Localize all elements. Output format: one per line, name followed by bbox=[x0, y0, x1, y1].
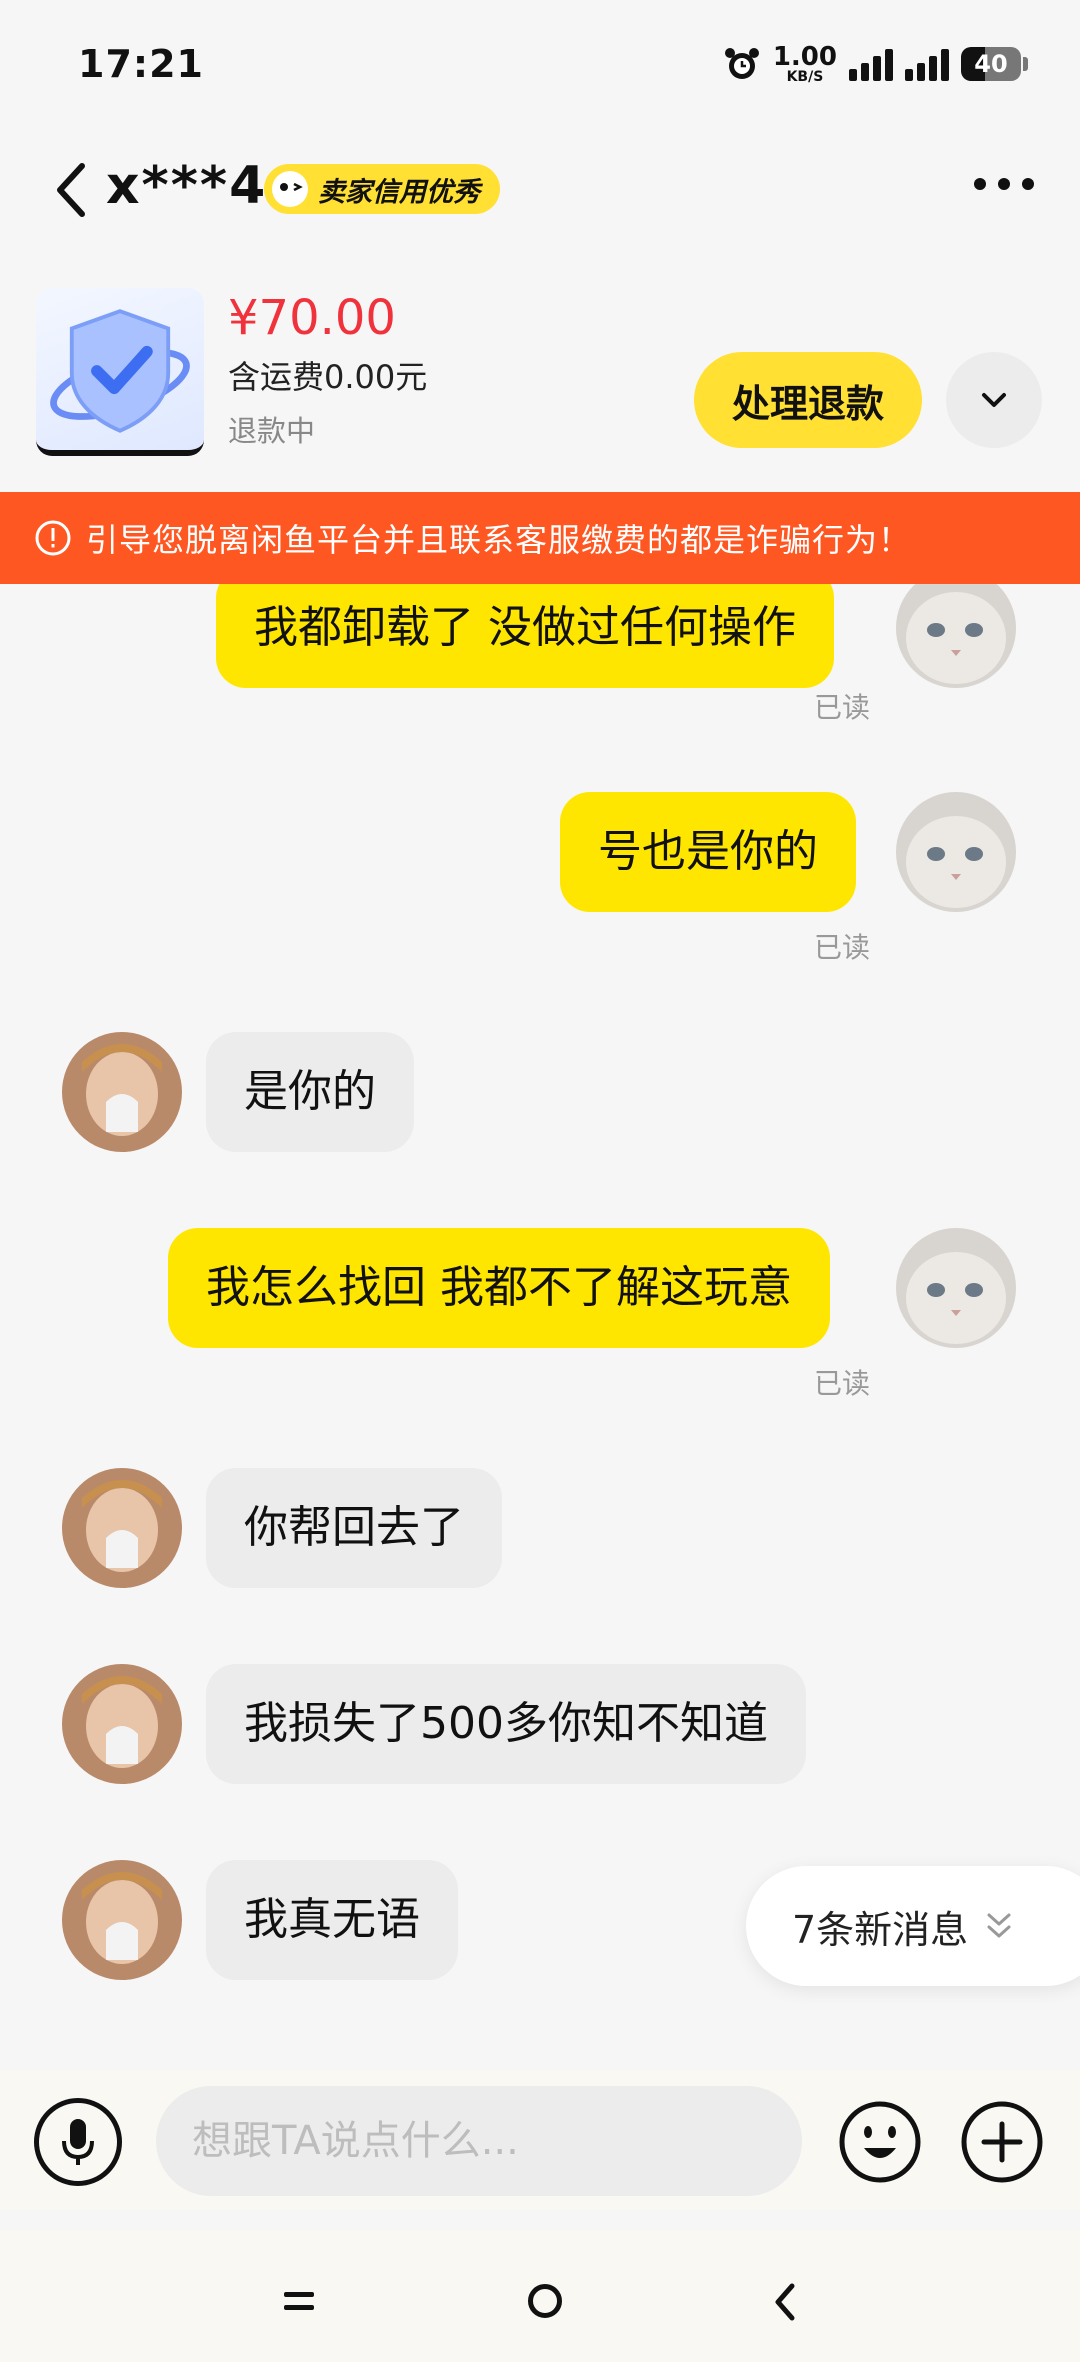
signal-icon bbox=[849, 47, 893, 81]
my-avatar[interactable] bbox=[896, 568, 1016, 688]
partner-avatar[interactable] bbox=[62, 1664, 182, 1784]
product-price: ¥70.00 bbox=[228, 290, 396, 346]
nav-back-icon[interactable] bbox=[772, 2282, 798, 2322]
read-receipt: 已读 bbox=[814, 1367, 871, 1400]
alarm-clock-icon bbox=[724, 48, 759, 79]
back-icon[interactable] bbox=[50, 158, 90, 222]
read-receipt: 已读 bbox=[814, 691, 871, 724]
status-time: 17:21 bbox=[78, 42, 204, 86]
network-speed: 1.00 KB/S bbox=[773, 44, 837, 84]
product-shipping: 含运费0.00元 bbox=[228, 358, 428, 396]
chat-partner-name[interactable]: x***4 bbox=[106, 156, 267, 216]
net-speed-unit: KB/S bbox=[786, 69, 824, 85]
partner-avatar[interactable] bbox=[62, 1468, 182, 1588]
input-bar bbox=[0, 2070, 1080, 2210]
battery-level: 40 bbox=[974, 50, 1008, 78]
status-bar: 17:21 1.00 KB/S 40 bbox=[0, 0, 1080, 130]
fraud-warning-banner: 引导您脱离闲鱼平台并且联系客服缴费的都是诈骗行为！ bbox=[0, 492, 1080, 584]
partner-message-bubble[interactable]: 你帮回去了 bbox=[206, 1468, 502, 1588]
order-status: 退款中 bbox=[228, 414, 316, 448]
plus-icon[interactable] bbox=[958, 2098, 1046, 2186]
my-message-bubble[interactable]: 号也是你的 bbox=[560, 792, 856, 912]
product-card: ¥70.00 含运费0.00元 退款中 处理退款 bbox=[0, 280, 1080, 470]
voice-icon[interactable] bbox=[34, 2098, 122, 2186]
product-thumbnail[interactable] bbox=[36, 288, 204, 456]
emoji-icon[interactable] bbox=[836, 2098, 924, 2186]
home-icon[interactable] bbox=[528, 2284, 562, 2318]
expand-button[interactable] bbox=[946, 352, 1042, 448]
partner-avatar[interactable] bbox=[62, 1032, 182, 1152]
chevron-down-icon bbox=[982, 393, 1006, 407]
message-list[interactable]: 我都卸载了 没做过任何操作 已读 号也是你的 已读 是你的 我怎么找回 我都不了… bbox=[0, 568, 1080, 2024]
chat-screen: 17:21 1.00 KB/S 40 x***4 卖家信用优秀 ¥70.00 含… bbox=[0, 0, 1080, 2362]
my-avatar[interactable] bbox=[896, 1228, 1016, 1348]
fish-mascot-icon bbox=[272, 171, 308, 207]
warning-text: 引导您脱离闲鱼平台并且联系客服缴费的都是诈骗行为！ bbox=[86, 521, 912, 559]
warning-icon bbox=[35, 520, 71, 556]
new-messages-label: 7条新消息 bbox=[792, 1907, 969, 1952]
partner-message-bubble[interactable]: 我真无语 bbox=[206, 1860, 458, 1980]
status-icons: 1.00 KB/S 40 bbox=[723, 44, 1028, 84]
my-avatar[interactable] bbox=[896, 792, 1016, 912]
partner-message-bubble[interactable]: 我损失了500多你知不知道 bbox=[206, 1664, 806, 1784]
chat-header: x***4 卖家信用优秀 bbox=[0, 140, 1080, 240]
partner-message-bubble[interactable]: 是你的 bbox=[206, 1032, 414, 1152]
my-message-bubble[interactable]: 我怎么找回 我都不了解这玩意 bbox=[168, 1228, 830, 1348]
read-receipt: 已读 bbox=[814, 931, 871, 964]
message-input[interactable] bbox=[156, 2086, 802, 2196]
seller-credit-badge[interactable]: 卖家信用优秀 bbox=[264, 164, 500, 214]
more-icon[interactable] bbox=[974, 178, 1034, 190]
my-message-bubble[interactable]: 我都卸载了 没做过任何操作 bbox=[216, 568, 834, 688]
handle-refund-button[interactable]: 处理退款 bbox=[694, 352, 922, 448]
system-nav-bar bbox=[0, 2230, 1080, 2362]
net-speed-value: 1.00 bbox=[772, 42, 837, 72]
battery-icon: 40 bbox=[961, 47, 1028, 81]
menu-icon[interactable] bbox=[284, 2290, 314, 2312]
signal-icon-2 bbox=[905, 47, 949, 81]
double-chevron-down-icon bbox=[987, 1913, 1011, 1938]
new-messages-button[interactable]: 7条新消息 bbox=[746, 1866, 1080, 1986]
partner-avatar[interactable] bbox=[62, 1860, 182, 1980]
credit-badge-label: 卖家信用优秀 bbox=[318, 176, 480, 208]
shield-check-icon bbox=[50, 309, 190, 433]
